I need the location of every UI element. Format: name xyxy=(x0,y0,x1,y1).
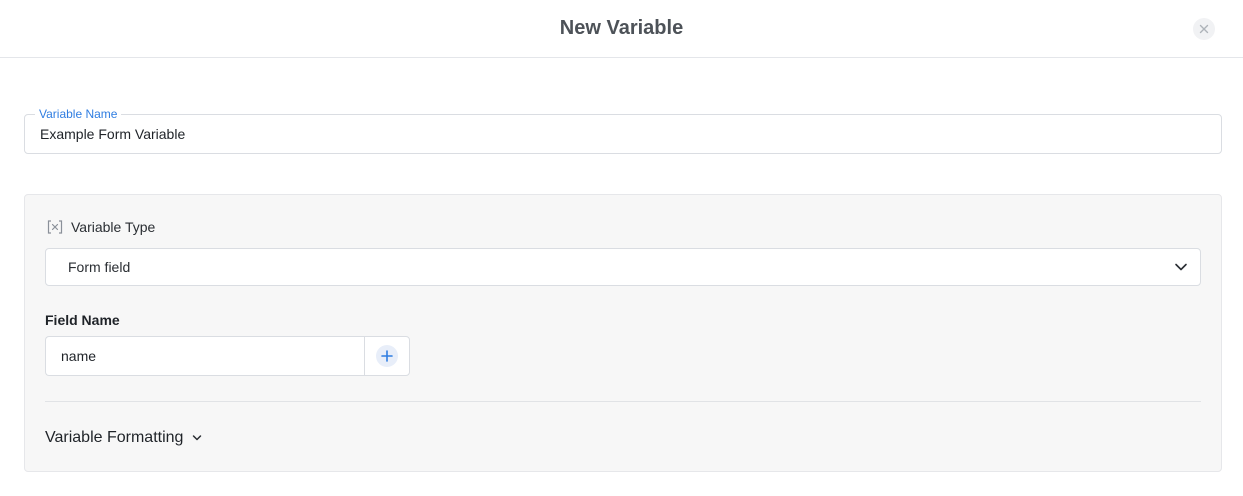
variable-name-field: Variable Name xyxy=(24,107,1222,154)
section-divider xyxy=(45,401,1201,402)
close-button[interactable] xyxy=(1193,18,1215,40)
field-name-input[interactable] xyxy=(45,336,364,376)
variable-type-selected-value: Form field xyxy=(68,259,131,275)
close-icon xyxy=(1199,24,1209,34)
variable-formatting-toggle[interactable]: Variable Formatting xyxy=(45,429,203,447)
add-field-button[interactable] xyxy=(364,336,410,376)
variable-type-select[interactable]: Form field xyxy=(45,248,1201,286)
chevron-down-icon xyxy=(1175,263,1187,271)
variable-name-input[interactable] xyxy=(40,115,1200,153)
field-name-label: Field Name xyxy=(45,312,120,328)
dialog-header: New Variable xyxy=(0,0,1243,58)
variable-type-label-row: Variable Type xyxy=(47,219,155,235)
variable-settings-panel: Variable Type Form field Field Name Vari… xyxy=(24,194,1222,472)
chevron-down-icon xyxy=(191,432,203,444)
field-name-group xyxy=(45,336,410,376)
variable-formatting-label: Variable Formatting xyxy=(45,429,184,446)
plus-icon xyxy=(376,345,398,367)
dialog-title: New Variable xyxy=(559,17,684,39)
variable-bracket-icon xyxy=(47,219,63,235)
variable-type-label: Variable Type xyxy=(71,219,156,235)
